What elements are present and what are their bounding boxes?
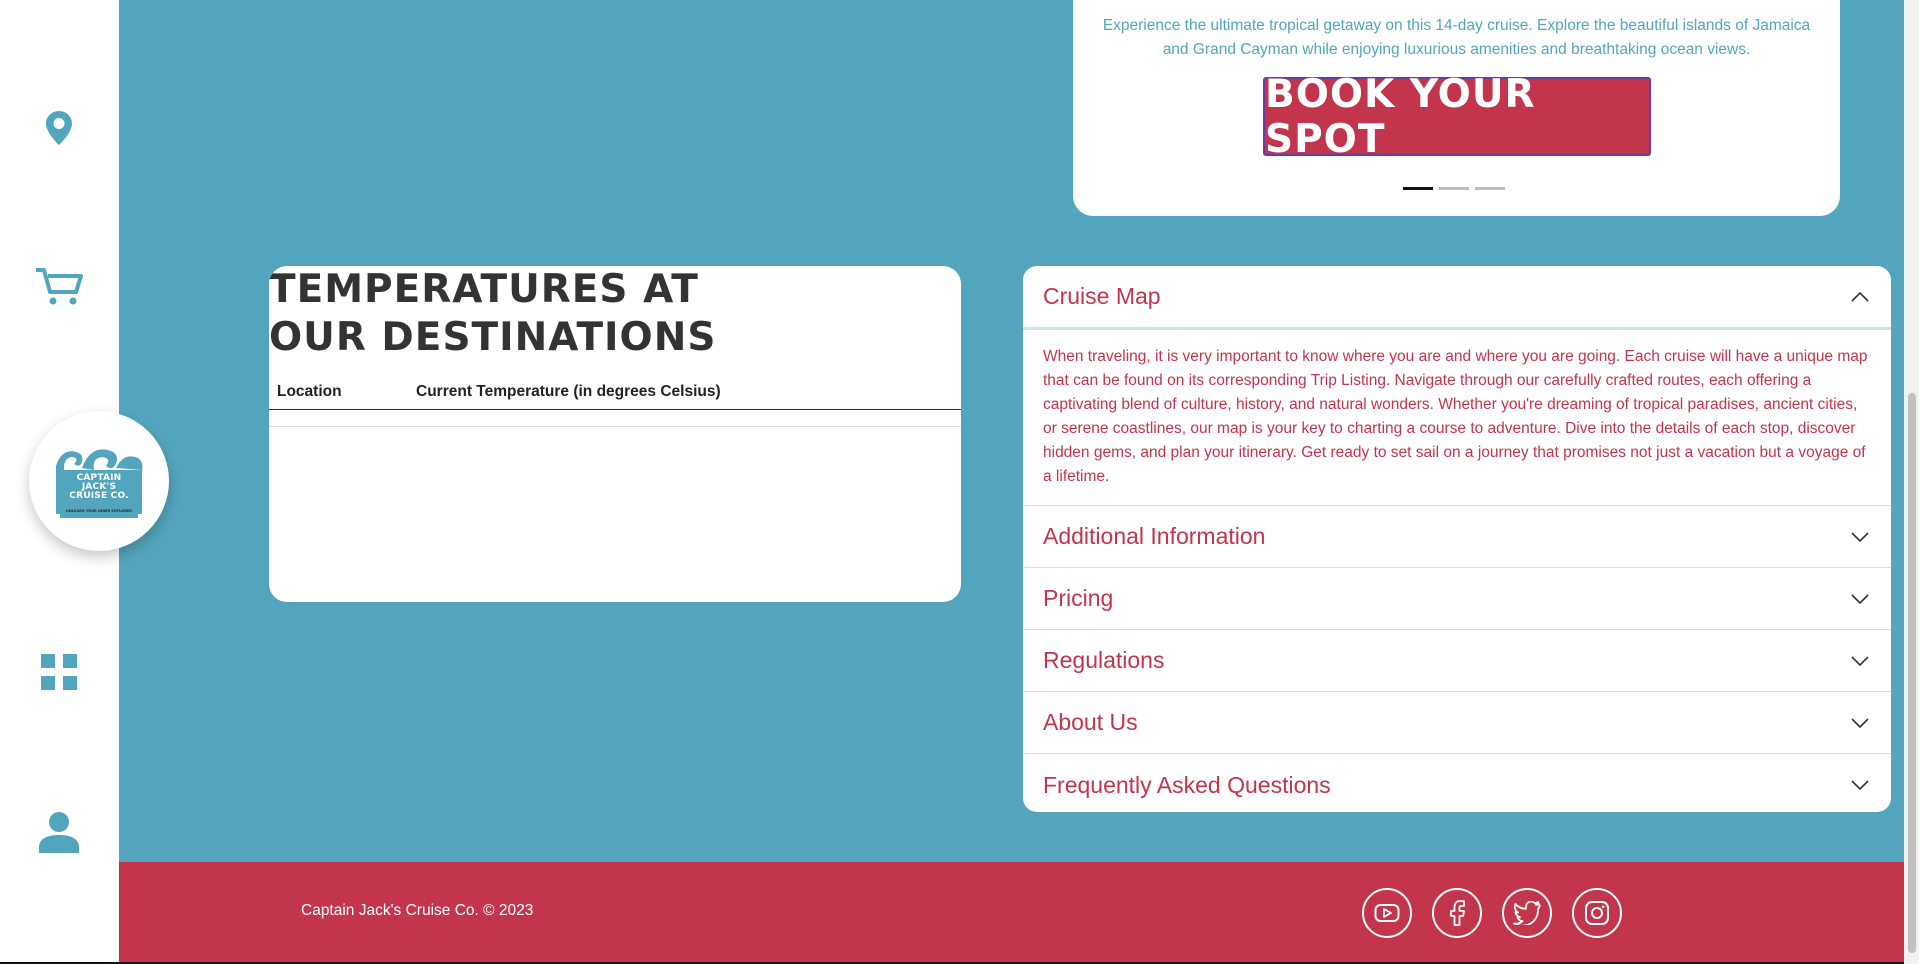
user-icon[interactable] [34,807,84,857]
accordion-title: Additional Information [1043,523,1266,549]
accordion-header-pricing[interactable]: Pricing [1023,568,1891,630]
carousel-dot[interactable] [1403,187,1433,190]
youtube-icon[interactable] [1362,888,1412,938]
accordion-header-regulations[interactable]: Regulations [1023,630,1891,692]
social-links [1362,888,1622,938]
twitter-icon[interactable] [1502,888,1552,938]
chevron-down-icon [1849,712,1871,734]
table-header-row: Location Current Temperature (in degrees… [269,374,961,410]
accordion-title: Regulations [1043,647,1165,673]
accordion-header-cruise-map[interactable]: Cruise Map [1023,266,1891,330]
temperatures-card: Temperatures at our destinations Locatio… [269,266,961,602]
accordion-title: Frequently Asked Questions [1043,771,1331,798]
logo-text: CAPTAIN JACK'S CRUISE CO. [69,473,129,501]
page-scrollbar[interactable] [1904,0,1919,964]
footer: Captain Jack's Cruise Co. © 2023 [119,862,1904,964]
scrollbar-thumb[interactable] [1908,393,1916,953]
table-row [269,410,961,427]
accordion-body-cruise-map: When traveling, it is very important to … [1023,330,1891,506]
column-header-temperature: Current Temperature (in degrees Celsius) [416,382,721,400]
grid-icon[interactable] [34,647,84,697]
logo-tagline: UNLEASH YOUR INNER EXPLORER [66,509,132,513]
book-your-spot-button[interactable]: Book your spot [1263,72,1651,162]
accordion-title: Pricing [1043,585,1114,611]
brand-logo[interactable]: CAPTAIN JACK'S CRUISE CO. UNLEASH YOUR INN… [29,411,169,551]
temperatures-table: Location Current Temperature (in degrees… [269,374,961,427]
accordion-header-additional-information[interactable]: Additional Information [1023,506,1891,568]
logo-graphic: CAPTAIN JACK'S CRUISE CO. UNLEASH YOUR INN… [54,444,144,518]
carousel-dot[interactable] [1439,187,1469,190]
chevron-up-icon [1849,286,1871,308]
info-accordion: Cruise Map When traveling, it is very im… [1023,266,1891,812]
copyright-text: Captain Jack's Cruise Co. © 2023 [301,902,534,919]
temperatures-title: Temperatures at our destinations [269,267,717,360]
carousel-dot[interactable] [1475,187,1505,190]
accordion-title: Cruise Map [1043,283,1161,309]
chevron-down-icon [1849,588,1871,610]
cart-icon[interactable] [34,262,84,312]
chevron-down-icon [1849,650,1871,672]
accordion-header-about-us[interactable]: About Us [1023,692,1891,754]
facebook-icon[interactable] [1432,888,1482,938]
map-pin-icon[interactable] [34,103,84,153]
instagram-icon[interactable] [1572,888,1622,938]
carousel-indicators [1403,187,1505,190]
chevron-down-icon [1849,774,1871,796]
trip-promo-card: Experience the ultimate tropical getaway… [1073,0,1840,216]
trip-description: Experience the ultimate tropical getaway… [1102,17,1811,58]
column-header-location: Location [277,382,342,400]
chevron-down-icon [1849,526,1871,548]
accordion-header-faq[interactable]: Frequently Asked Questions [1023,754,1891,812]
accordion-title: About Us [1043,709,1138,735]
